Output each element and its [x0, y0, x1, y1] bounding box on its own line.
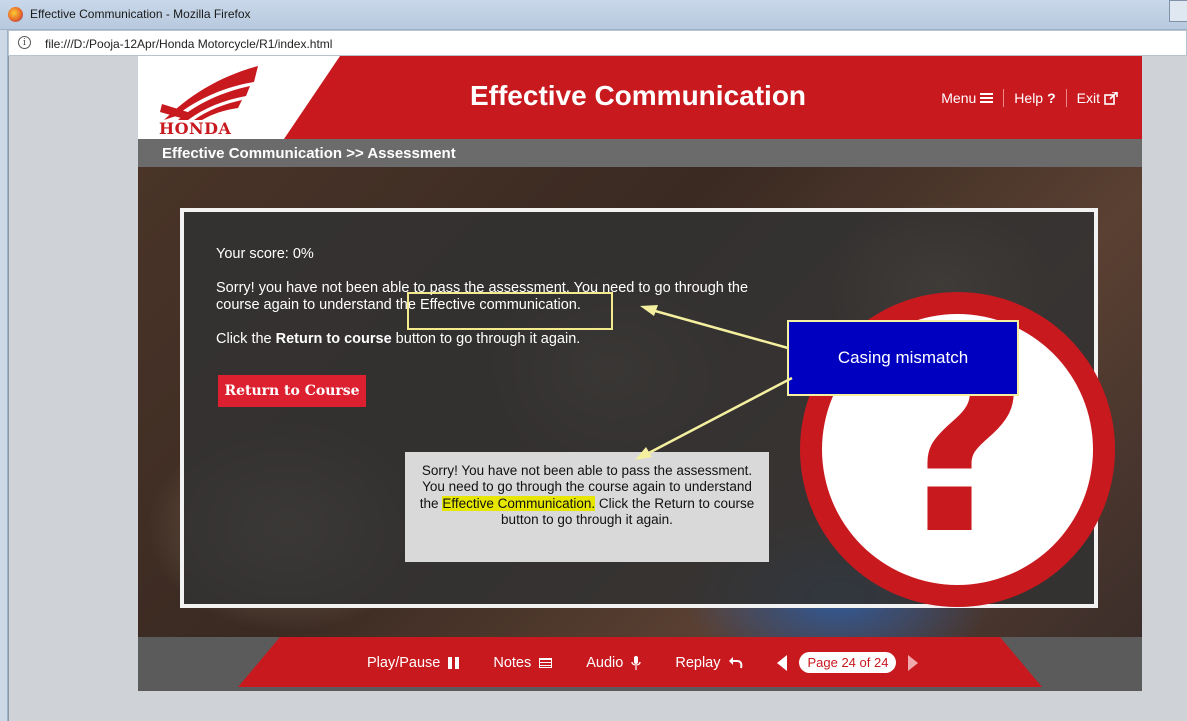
- audio-label: Audio: [586, 654, 624, 671]
- help-button[interactable]: Help ?: [1004, 90, 1065, 106]
- replay-icon: [729, 657, 743, 669]
- breadcrumb-bar: Effective Communication >> Assessment: [138, 139, 1142, 167]
- notes-icon: [539, 657, 553, 668]
- info-icon[interactable]: i: [18, 36, 31, 49]
- external-link-icon: [1104, 91, 1118, 105]
- annotation-callout: Casing mismatch: [787, 320, 1019, 396]
- question-icon: ?: [1047, 90, 1056, 106]
- honda-wordmark: HONDA: [159, 119, 232, 138]
- firefox-icon: [8, 7, 23, 22]
- page-indicator: Page 24 of 24: [799, 652, 897, 673]
- notes-label: Notes: [493, 654, 532, 671]
- content-stage: Your score: 0% Sorry! you have not been …: [138, 167, 1142, 637]
- window-control-button[interactable]: [1169, 0, 1187, 22]
- audio-button[interactable]: Audio: [586, 655, 641, 671]
- prev-arrow-icon[interactable]: [777, 654, 788, 671]
- annotation-note: Sorry! You have not been able to pass th…: [405, 452, 769, 562]
- play-pause-button[interactable]: Play/Pause: [367, 654, 460, 671]
- instruction-bold: Return to course: [275, 331, 392, 347]
- hamburger-icon: [980, 93, 994, 103]
- microphone-icon: [631, 655, 641, 670]
- instruction-suffix: button to go through it again.: [391, 331, 581, 347]
- honda-wing-icon: [160, 66, 258, 120]
- score-text: Your score: 0%: [216, 246, 314, 262]
- annotation-note-highlight: Effective Communication.: [442, 495, 596, 511]
- footer-navigation: Play/Pause Notes Audio Replay Page 24 of…: [138, 637, 1142, 691]
- course-header: HONDA Effective Communication Menu Help …: [138, 56, 1142, 139]
- browser-left-frame: [0, 30, 8, 721]
- play-pause-label: Play/Pause: [367, 654, 441, 671]
- top-navigation: Menu Help ? Exit: [931, 89, 1128, 107]
- notes-button[interactable]: Notes: [493, 654, 553, 671]
- return-to-course-button[interactable]: Return to Course: [218, 375, 366, 407]
- address-bar[interactable]: i file:///D:/Pooja-12Apr/Honda Motorcycl…: [8, 30, 1187, 56]
- menu-label: Menu: [941, 90, 977, 106]
- exit-button[interactable]: Exit: [1067, 90, 1128, 106]
- window-title: Effective Communication - Mozilla Firefo…: [30, 7, 251, 21]
- menu-button[interactable]: Menu: [931, 90, 1003, 106]
- annotation-highlight-box: [407, 292, 613, 330]
- course-title: Effective Communication: [469, 80, 807, 111]
- browser-titlebar: Effective Communication - Mozilla Firefo…: [0, 0, 1187, 30]
- replay-button[interactable]: Replay: [675, 655, 743, 671]
- pause-icon: [448, 656, 460, 669]
- instruction-text: Click the Return to course button to go …: [216, 331, 756, 348]
- replay-label: Replay: [675, 654, 721, 671]
- next-arrow-icon[interactable]: [908, 654, 919, 671]
- footer-controls: Play/Pause Notes Audio Replay Page 24 of…: [367, 652, 919, 673]
- instruction-prefix: Click the: [216, 331, 276, 347]
- url-text[interactable]: file:///D:/Pooja-12Apr/Honda Motorcycle/…: [45, 37, 332, 51]
- exit-label: Exit: [1076, 90, 1100, 106]
- help-label: Help: [1014, 90, 1044, 106]
- breadcrumb: Effective Communication >> Assessment: [162, 145, 456, 162]
